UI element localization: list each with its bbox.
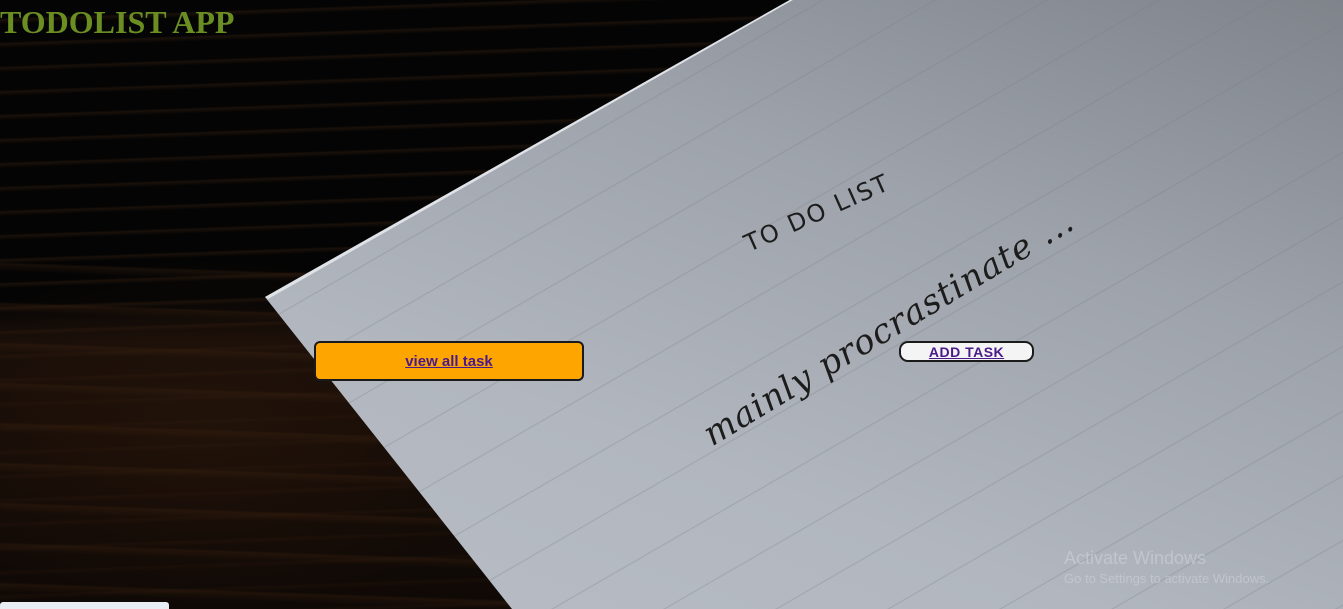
add-task-link[interactable]: ADD TASK: [929, 344, 1004, 360]
app-page: TO DO LIST mainly procrastinate ... TODO…: [0, 0, 1343, 609]
view-all-task-link[interactable]: view all task: [405, 353, 493, 370]
bottom-edge-panel: [0, 602, 169, 609]
watermark-subtitle: Go to Settings to activate Windows.: [1064, 571, 1270, 586]
app-title: TODOLIST APP: [0, 4, 235, 40]
watermark-title: Activate Windows: [1064, 548, 1207, 568]
add-task-button[interactable]: ADD TASK: [899, 341, 1034, 362]
view-all-task-button[interactable]: view all task: [314, 341, 584, 381]
windows-activation-watermark: Activate Windows Go to Settings to activ…: [1064, 548, 1269, 586]
